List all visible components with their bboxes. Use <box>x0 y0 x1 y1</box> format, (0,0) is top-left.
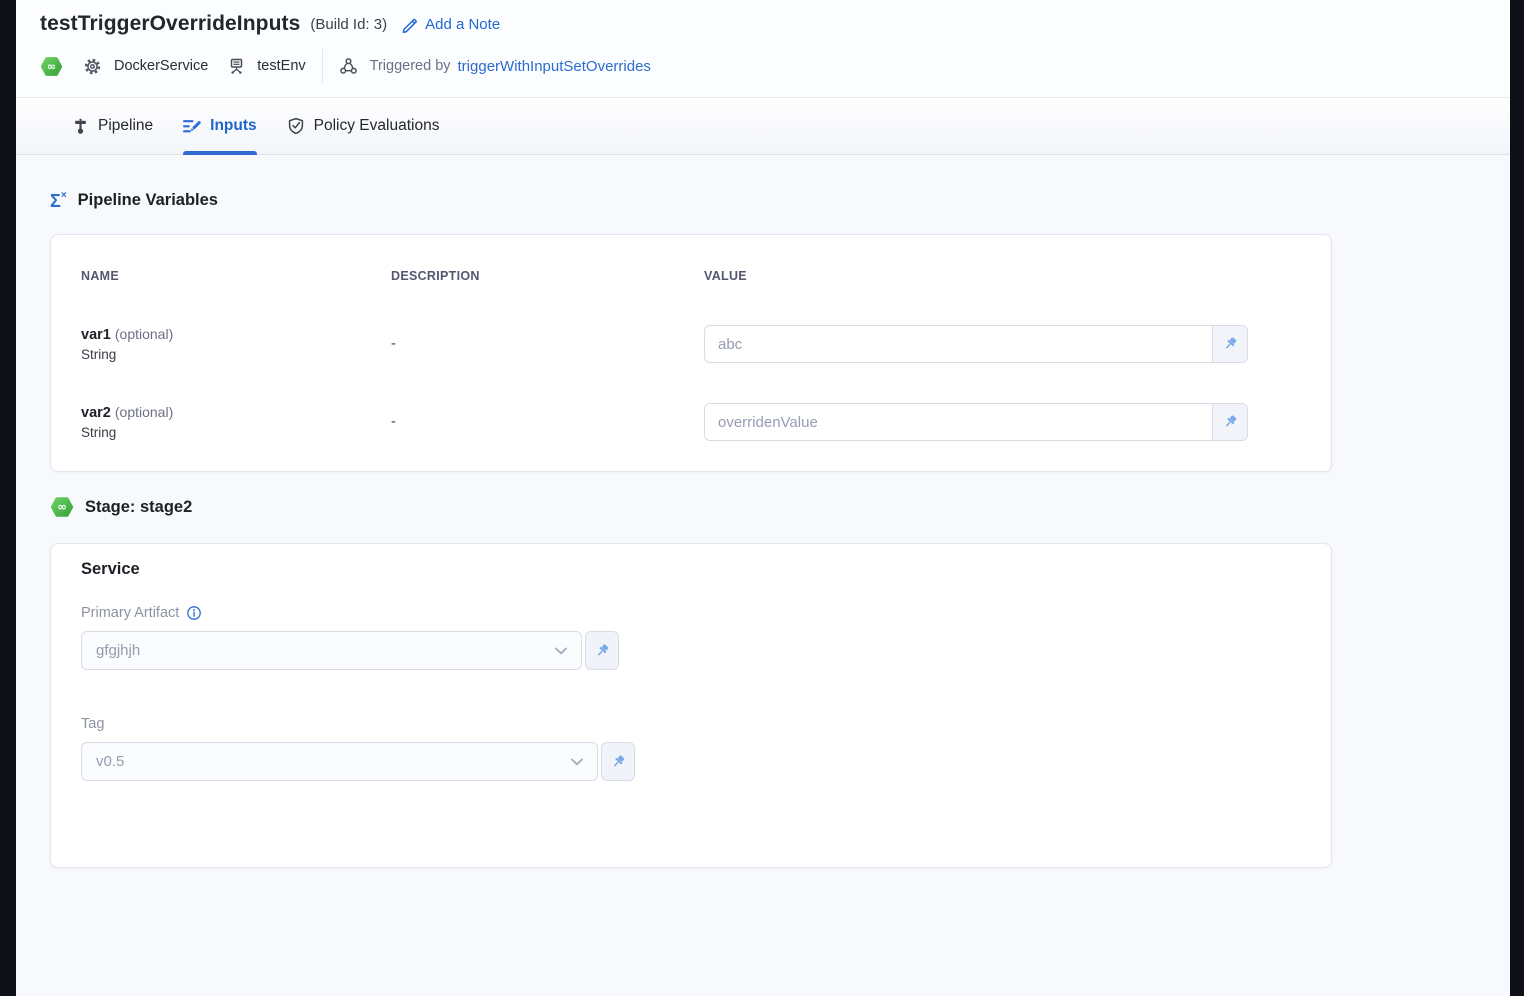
environment-name: testEnv <box>257 58 305 74</box>
stage-title: Stage: stage2 <box>85 498 192 517</box>
pin-icon <box>610 754 626 770</box>
tag-select[interactable]: v0.5 <box>81 742 598 781</box>
table-row-var1: var1 (optional) String - <box>81 325 1301 363</box>
service-card-title: Service <box>81 560 1301 579</box>
tab-pipeline[interactable]: Pipeline <box>72 98 153 154</box>
variable-optional-tag: (optional) <box>115 326 173 342</box>
primary-artifact-label: Primary Artifact <box>81 605 179 621</box>
tab-inputs-label: Inputs <box>210 117 257 135</box>
service-card: Service Primary Artifact gfgjhjh <box>50 543 1332 868</box>
tab-pipeline-label: Pipeline <box>98 117 153 135</box>
pipeline-variables-title: Pipeline Variables <box>78 191 218 210</box>
page-title: testTriggerOverrideInputs <box>40 12 300 36</box>
add-note-button[interactable]: Add a Note <box>401 16 500 33</box>
column-description: DESCRIPTION <box>391 269 704 283</box>
var1-value-input[interactable] <box>705 326 1212 362</box>
gear-icon <box>83 57 102 76</box>
var1-value-group <box>704 325 1248 363</box>
pin-icon <box>594 643 610 659</box>
tag-value: v0.5 <box>96 753 571 770</box>
var2-pin-button[interactable] <box>1212 404 1247 440</box>
tab-inputs[interactable]: Inputs <box>183 98 257 154</box>
inputs-edit-icon <box>183 118 201 135</box>
variable-description: - <box>391 336 704 352</box>
primary-artifact-value: gfgjhjh <box>96 642 555 659</box>
pin-icon <box>1222 336 1238 352</box>
column-name: NAME <box>81 269 391 283</box>
variables-table-header: NAME DESCRIPTION VALUE <box>81 269 1301 283</box>
service-name: DockerService <box>114 58 208 74</box>
var2-value-group <box>704 403 1248 441</box>
info-icon[interactable] <box>186 605 202 621</box>
execution-page: testTriggerOverrideInputs (Build Id: 3) … <box>16 0 1510 996</box>
build-id: (Build Id: 3) <box>310 16 387 33</box>
tab-bar: Pipeline Inputs Policy <box>16 97 1510 155</box>
inputs-tab-content: Σ× Pipeline Variables NAME DESCRIPTION V… <box>16 155 1510 996</box>
variable-type: String <box>81 347 391 362</box>
variable-name: var1 <box>81 327 111 343</box>
pipeline-variables-card: NAME DESCRIPTION VALUE var1 (optional) S… <box>50 234 1332 472</box>
primary-artifact-select[interactable]: gfgjhjh <box>81 631 582 670</box>
variable-type: String <box>81 425 391 440</box>
execution-header: testTriggerOverrideInputs (Build Id: 3) … <box>16 0 1510 97</box>
pin-icon <box>1222 414 1238 430</box>
harness-pipeline-icon <box>40 55 63 78</box>
tab-policy-evaluations-label: Policy Evaluations <box>314 117 440 135</box>
tag-label: Tag <box>81 716 104 732</box>
tag-pin-button[interactable] <box>601 742 635 781</box>
pencil-icon <box>401 16 418 33</box>
environment-icon <box>228 58 245 75</box>
shield-check-icon <box>287 117 305 135</box>
pipeline-variables-icon: Σ× <box>50 192 67 210</box>
chevron-down-icon <box>571 758 583 766</box>
stage-icon <box>50 495 74 519</box>
trigger-webhook-icon <box>339 57 358 76</box>
trigger-link[interactable]: triggerWithInputSetOverrides <box>458 58 651 75</box>
chevron-down-icon <box>555 647 567 655</box>
triggered-by-label: Triggered by <box>370 58 451 74</box>
variable-optional-tag: (optional) <box>115 404 173 420</box>
var1-pin-button[interactable] <box>1212 326 1247 362</box>
variable-description: - <box>391 414 704 430</box>
primary-artifact-pin-button[interactable] <box>585 631 619 670</box>
variable-name: var2 <box>81 405 111 421</box>
pipeline-icon <box>72 118 89 135</box>
table-row-var2: var2 (optional) String - <box>81 403 1301 441</box>
add-note-label: Add a Note <box>425 16 500 33</box>
var2-value-input[interactable] <box>705 404 1212 440</box>
column-value: VALUE <box>704 269 1301 283</box>
tab-policy-evaluations[interactable]: Policy Evaluations <box>287 98 440 154</box>
divider <box>322 49 323 83</box>
